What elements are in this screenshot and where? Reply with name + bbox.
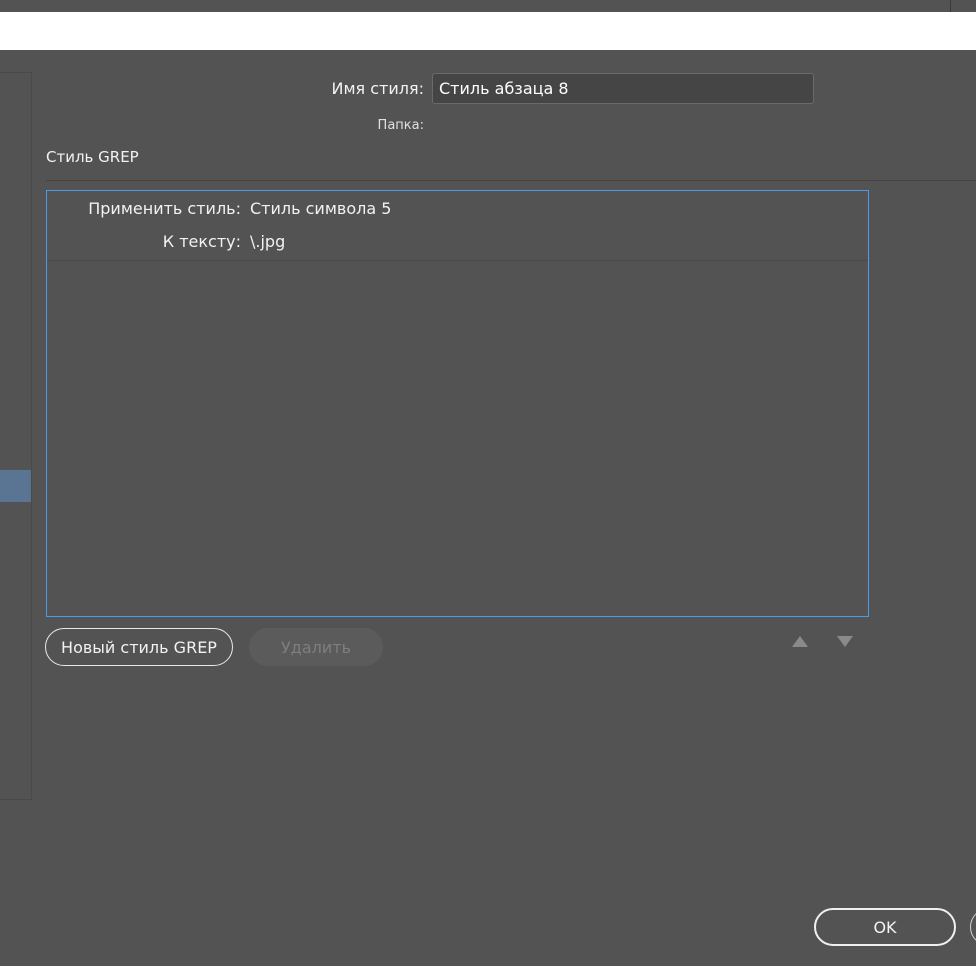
apply-style-label: Применить стиль: <box>88 199 241 218</box>
category-list-selected-item[interactable] <box>0 470 31 502</box>
grep-section-title: Стиль GREP <box>46 148 139 166</box>
ok-button[interactable]: OK <box>814 908 956 946</box>
folder-label: Папка: <box>377 118 424 133</box>
category-list-panel[interactable] <box>0 72 32 800</box>
delete-button[interactable]: Удалить <box>249 628 383 666</box>
paragraph-style-dialog: Имя стиля: Папка: Стиль GREP Применить с… <box>0 0 976 966</box>
apply-style-value[interactable]: Стиль символа 5 <box>250 199 391 218</box>
triangle-up-icon[interactable] <box>792 636 808 647</box>
style-name-label: Имя стиля: <box>331 79 424 98</box>
to-text-value[interactable]: \.jpg <box>250 232 285 251</box>
style-name-input[interactable] <box>432 73 814 104</box>
top-strip <box>0 0 976 12</box>
new-grep-style-button[interactable]: Новый стиль GREP <box>45 628 233 666</box>
section-divider <box>46 180 976 181</box>
cancel-button-edge[interactable] <box>970 908 976 946</box>
title-bar <box>0 12 976 50</box>
to-text-label: К тексту: <box>162 232 241 251</box>
triangle-down-icon[interactable] <box>837 636 853 647</box>
grep-style-entry[interactable]: Применить стиль: Стиль символа 5 К текст… <box>47 191 868 261</box>
top-edge-divider <box>950 0 951 12</box>
grep-style-list[interactable]: Применить стиль: Стиль символа 5 К текст… <box>46 190 869 617</box>
